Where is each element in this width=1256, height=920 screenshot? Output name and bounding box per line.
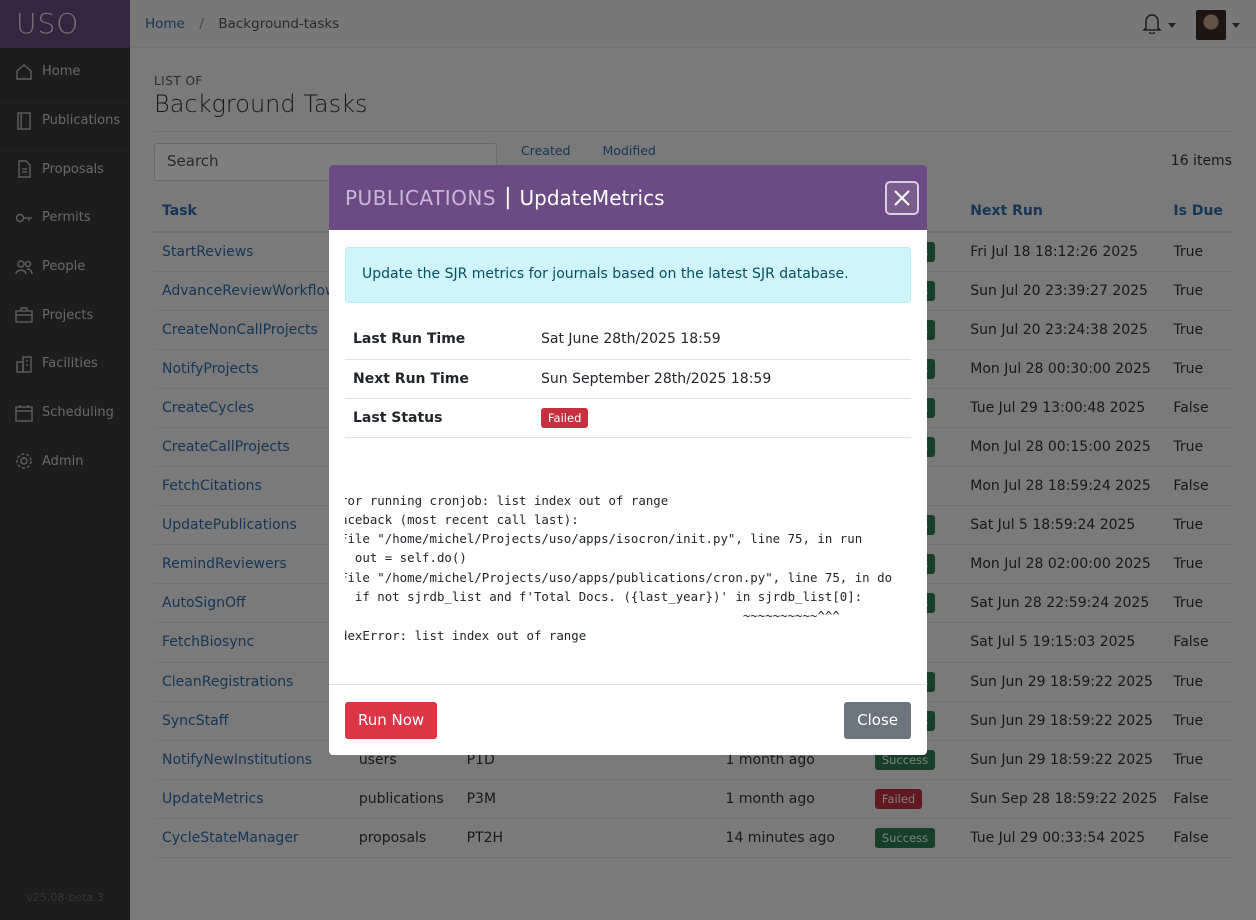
- detail-key: Next Run Time: [345, 359, 533, 399]
- traceback-line: if not sjrdb_list and f'Total Docs. ({la…: [345, 589, 863, 605]
- traceback-line: dexError: list index out of range: [345, 627, 587, 643]
- modal-footer: Run Now Close: [329, 684, 927, 755]
- detail-value: Failed: [533, 398, 911, 438]
- run-now-button[interactable]: Run Now: [345, 702, 438, 739]
- task-details-table: Last Run Time Sat June 28th/2025 18:59 N…: [345, 320, 911, 438]
- detail-key: Last Run Time: [345, 320, 533, 360]
- traceback-line: File "/home/michel/Projects/uso/apps/pub…: [345, 569, 893, 585]
- traceback-line: ror running cronjob: list index out of r…: [345, 492, 669, 508]
- detail-key: Last Status: [345, 398, 533, 438]
- detail-row: Last Run Time Sat June 28th/2025 18:59: [345, 320, 911, 360]
- traceback-line: out = self.do(): [345, 550, 467, 566]
- traceback-line: aceback (most recent call last):: [345, 511, 579, 527]
- traceback-lines: ror running cronjob: list index out of r…: [345, 491, 906, 645]
- detail-value: Sat June 28th/2025 18:59: [533, 320, 911, 360]
- traceback-line: ~~~~~~~~~~^^^: [345, 608, 840, 624]
- detail-row: Last Status Failed: [345, 398, 911, 438]
- status-badge: Failed: [541, 407, 589, 428]
- modal-category: PUBLICATIONS: [345, 185, 497, 210]
- error-traceback[interactable]: ror running cronjob: list index out of r…: [345, 452, 911, 672]
- task-detail-modal: PUBLICATIONS | UpdateMetrics Update the …: [329, 165, 927, 755]
- modal-title-separator: |: [504, 185, 512, 210]
- detail-row: Next Run Time Sun September 28th/2025 18…: [345, 359, 911, 399]
- task-description: Update the SJR metrics for journals base…: [345, 247, 911, 303]
- modal-header: PUBLICATIONS | UpdateMetrics: [329, 165, 927, 230]
- close-icon[interactable]: [885, 181, 919, 215]
- detail-value: Sun September 28th/2025 18:59: [533, 359, 911, 399]
- close-button[interactable]: Close: [844, 702, 911, 739]
- modal-title: UpdateMetrics: [519, 185, 665, 210]
- traceback-line: File "/home/michel/Projects/uso/apps/iso…: [345, 531, 863, 547]
